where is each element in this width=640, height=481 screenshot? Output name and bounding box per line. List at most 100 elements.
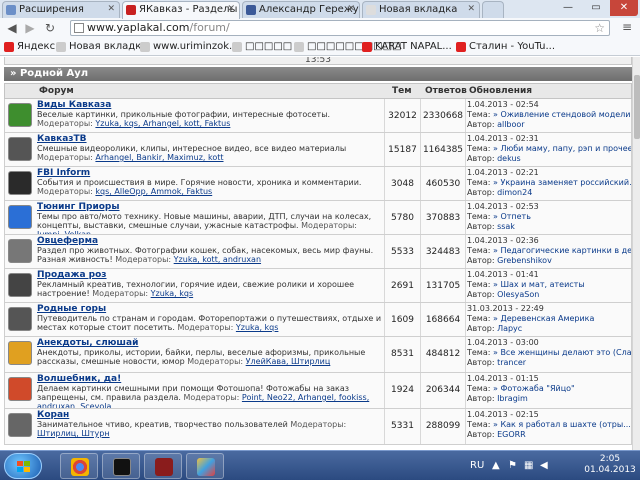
moderators-links[interactable]: Yzuka, kqs, Arhangel, kott, Faktus [95,119,230,128]
forum-title-link[interactable]: Овцеферма [37,236,377,246]
minimize-icon[interactable]: — [554,0,582,16]
bookmark-label: Новая вкладка [69,41,148,52]
forum-title-link[interactable]: Виды Кавказа [37,100,377,110]
forum-description: Делаем картинки смешными при помощи Фото… [37,384,382,408]
author-link[interactable]: allboor [497,120,525,129]
forum-row: Анекдоты, слюшай Анекдоты, приколы, истор… [4,337,632,373]
app-taskbar-button[interactable] [144,453,182,479]
last-topic-link[interactable]: » Шах и мат, атеисты [493,280,585,289]
tab-aleksandr[interactable]: Александр Гережун ✕ [242,1,360,18]
last-topic-link[interactable]: » Украина заменяет российский... [493,178,631,187]
bookmark-new-tab[interactable]: Новая вкладка [56,39,147,55]
reload-icon[interactable]: ↻ [42,20,58,36]
tab-extensions[interactable]: Расширения ✕ [2,1,120,18]
moderators-links[interactable]: Yzuka, kott, andruxan [174,255,261,264]
language-indicator[interactable]: RU [470,460,484,471]
last-topic-link[interactable]: » Отпеть [493,212,531,221]
forum-description: События и происшествия в мире. Горячие н… [37,178,382,196]
tab-yakavkaz[interactable]: ЯКавказ - Разделы ✕ [122,1,240,19]
tab-new[interactable]: Новая вкладка ✕ [362,1,480,18]
author-link[interactable]: Ларус [497,324,522,333]
bookmark-karat[interactable]: KARAT NAPAL... [362,39,452,55]
bookmark-uriminzok[interactable]: www.uriminzok... [140,39,239,55]
forum-row: КавказТВ Смешные видеоролики, клипы, инте… [4,133,632,167]
paint-icon [197,458,215,476]
close-window-icon[interactable]: ✕ [610,0,638,16]
replies-count: 288099 [425,421,461,431]
new-tab-button[interactable] [482,1,504,18]
update-date: 31.03.2013 - 22:49 [467,304,544,313]
last-topic-link[interactable]: » Все женщины делают это (Сла... [493,348,631,357]
forum-title-link[interactable]: Родные горы [37,304,377,314]
address-bar[interactable]: www.yaplakal.com/forum/ ☆ [70,20,610,36]
category-header[interactable]: » Родной Аул [4,67,632,81]
forum-title-link[interactable]: FBI Inform [37,168,377,178]
topic-label: Тема: [467,246,491,255]
maximize-icon[interactable]: ▭ [582,0,610,16]
author-link[interactable]: EGORR [497,430,526,439]
back-icon[interactable]: ◀ [4,20,20,36]
volume-icon[interactable]: ◀ [540,460,548,471]
clock[interactable]: 2:05 01.04.2013 [582,454,638,476]
start-button[interactable] [4,453,42,479]
author-link[interactable]: trancer [497,358,526,367]
tab-label: ЯКавказ - Разделы [139,4,238,15]
terminal-taskbar-button[interactable] [102,453,140,479]
forum-title-link[interactable]: КавказТВ [37,134,377,144]
forum-title-link[interactable]: Анекдоты, слюшай [37,338,377,348]
moderators-links[interactable]: УлейКава, Штирлиц [246,357,331,366]
author-label: Автор: [467,222,495,231]
forum-title-link[interactable]: Коран [37,410,377,420]
bookmark-yandex[interactable]: Яндекс [4,39,55,55]
chrome-taskbar-button[interactable] [60,453,98,479]
close-icon[interactable]: ✕ [347,2,355,17]
author-link[interactable]: Ibragim [497,394,528,403]
forum-title-link[interactable]: Продажа роз [37,270,377,280]
author-link[interactable]: ssak [497,222,515,231]
forward-icon[interactable]: ▶ [22,20,38,36]
show-hidden-icons-icon[interactable]: ▲ [492,460,500,471]
moderators-links[interactable]: Arhangel, Bankir, Maximuz, kott [95,153,223,162]
forum-title-link[interactable]: Тюнинг Приоры [37,202,377,212]
moderators-links[interactable]: Yzuka, kqs [236,323,279,332]
moderators-links[interactable]: kqs, AlleOpp, Ammok, Faktus [95,187,212,196]
author-link[interactable]: dekus [497,154,521,163]
last-topic-link[interactable]: » Фотожаба "Яйцо" [493,384,575,393]
vk-icon [246,5,256,15]
wrench-menu-icon[interactable]: ≡ [622,20,632,34]
vertical-scrollbar[interactable] [632,57,640,450]
bookmark-4[interactable]: □□□□□ [232,39,292,55]
network-icon[interactable]: ▦ [524,460,533,471]
forum-icon [8,341,32,365]
author-link[interactable]: Grebenshikov [497,256,552,265]
forum-row: Родные горы Путеводитель по странам и гор… [4,303,632,337]
last-topic-link[interactable]: » Люби маму, папу, рэп и прочее... [493,144,631,153]
moderators-links[interactable]: Штирлиц, Штурн [37,429,110,438]
bookmark-star-icon[interactable]: ☆ [594,21,605,35]
last-topic-link[interactable]: » Педагогические картинки в детско... [493,246,631,255]
last-topic-link[interactable]: » Деревенская Америка [493,314,594,323]
last-topic-link[interactable]: » Как я работал в шахте (отры... [493,420,631,429]
bookmark-stalin[interactable]: Сталин - YouTu... [456,39,555,55]
forum-description: Занимательное чтиво, креатив, творчество… [37,420,382,438]
close-icon[interactable]: ✕ [227,2,235,17]
author-label: Автор: [467,120,495,129]
youtube-icon [362,42,372,52]
scrollbar-thumb[interactable] [634,75,640,139]
puzzle-icon [6,5,16,15]
forum-row: Коран Занимательное чтиво, креатив, творч… [4,409,632,445]
close-icon[interactable]: ✕ [107,2,115,17]
author-link[interactable]: dimon24 [497,188,532,197]
moderators-links[interactable]: Yzuka, kqs [151,289,194,298]
paint-taskbar-button[interactable] [186,453,224,479]
last-topic-link[interactable]: » Оживление стендовой модели ... [493,110,631,119]
bookmarks-bar: Яндекс Новая вкладка www.uriminzok... □□… [0,38,640,56]
author-label: Автор: [467,290,495,299]
topic-label: Тема: [467,314,491,323]
forum-title-link[interactable]: Волшебник, да! [37,374,377,384]
forum-row: FBI Inform События и происшествия в мире.… [4,167,632,201]
author-link[interactable]: OlesyaSon [497,290,539,299]
flag-icon[interactable]: ⚑ [508,460,517,471]
moderators-label: Модераторы: [177,323,234,332]
close-icon[interactable]: ✕ [467,2,475,17]
